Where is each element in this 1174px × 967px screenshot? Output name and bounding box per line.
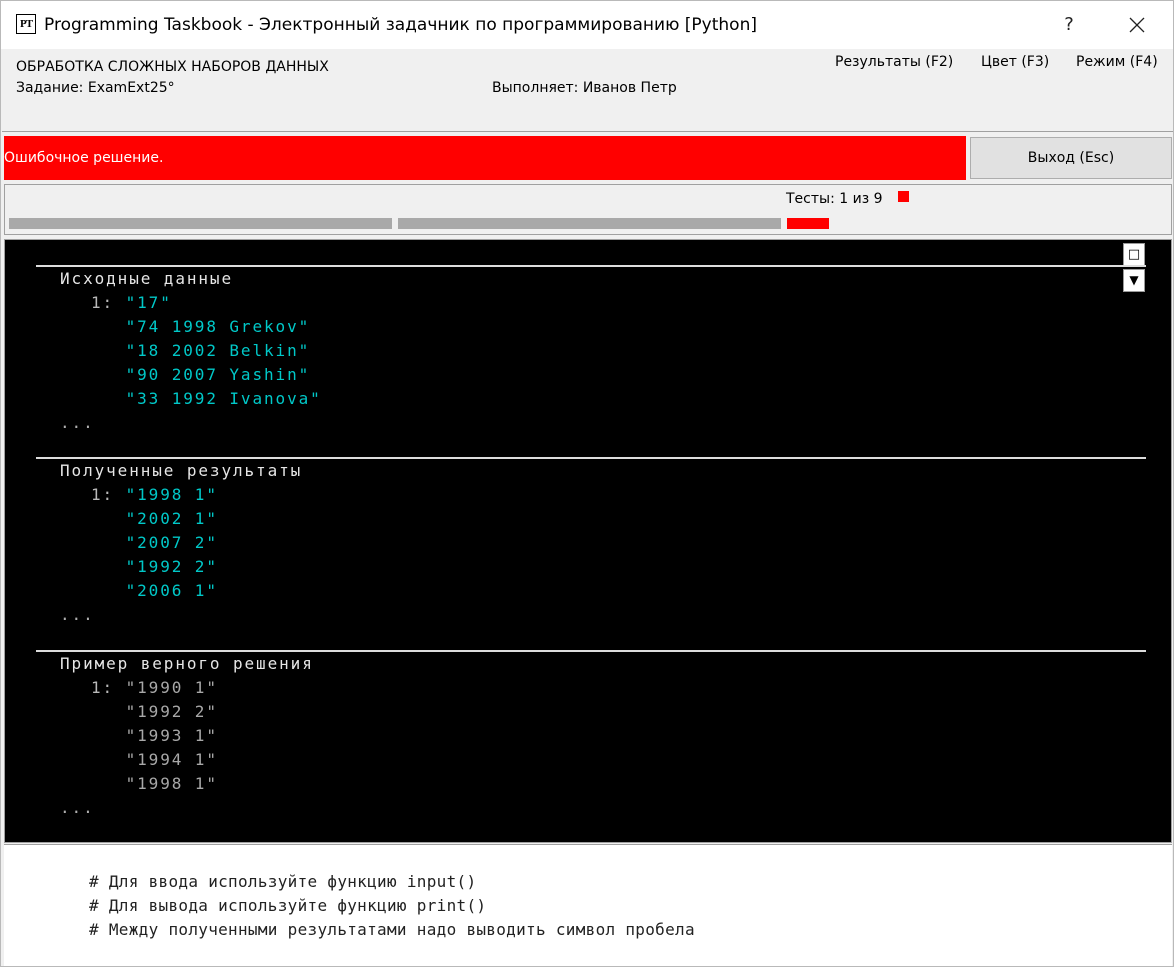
line-value: "2007 2" [125,533,218,552]
hint-line: # Между полученными результатами надо вы… [89,920,695,939]
help-button[interactable]: ? [1046,5,1092,45]
test-progress-segment-failed [787,218,829,229]
task-header: ОБРАБОТКА СЛОЖНЫХ НАБОРОВ ДАННЫХ Задание… [2,49,1173,132]
data-line: "90 2007 Yashin" [91,363,310,387]
maximize-pane-button[interactable]: □ [1123,243,1145,266]
title-bar: PT Programming Taskbook - Электронный за… [1,1,1173,49]
line-number: 1: [91,485,126,504]
source-data-section: Исходные данные 1: "17" "74 1998 Grekov"… [36,265,1146,432]
student-name: Выполняет: Иванов Петр [492,80,677,96]
line-value: "33 1992 Ivanova" [125,389,322,408]
line-number [91,581,126,600]
line-number [91,365,126,384]
line-number [91,389,126,408]
line-number [91,726,126,745]
app-logo-icon: PT [16,14,36,34]
line-value: "74 1998 Grekov" [125,317,311,336]
test-status-indicator [898,191,909,202]
data-line: "18 2002 Belkin" [91,339,310,363]
line-value: "1994 1" [125,750,218,769]
line-number: 1: [91,678,126,697]
section-title: Пример верного решения [60,654,314,673]
status-message: Ошибочное решение. [4,150,164,166]
data-line: "74 1998 Grekov" [91,315,310,339]
results-menu-button[interactable]: Результаты (F2) [835,54,953,70]
line-value: "2002 1" [125,509,218,528]
exit-button[interactable]: Выход (Esc) [970,137,1172,179]
data-line: "2007 2" [91,531,218,555]
close-button[interactable] [1114,5,1160,45]
data-line: "1998 1" [91,772,218,796]
correct-solution-section: Пример верного решения 1: "1990 1" "1992… [36,650,1146,817]
test-progress-segment [398,218,781,229]
line-value: "17" [125,293,172,312]
line-number [91,533,126,552]
mode-menu-button[interactable]: Режим (F4) [1076,54,1158,70]
data-line: 1: "17" [91,291,172,315]
test-progress-segment [9,218,392,229]
data-line: "2002 1" [91,507,218,531]
taskbook-window: PT Programming Taskbook - Электронный за… [0,0,1174,967]
line-value: "1998 1" [125,485,218,504]
data-line: "33 1992 Ivanova" [91,387,322,411]
line-value: "2006 1" [125,581,218,600]
line-value: "1992 2" [125,557,218,576]
line-value: "18 2002 Belkin" [125,341,311,360]
close-icon [1129,17,1145,33]
line-number [91,774,126,793]
hint-line: # Для ввода используйте функцию input() [89,872,477,891]
results-section: Полученные результаты 1: "1998 1" "2002 … [36,457,1146,624]
window-title: Programming Taskbook - Электронный задач… [44,15,757,35]
tests-panel: Тесты: 1 из 9 [4,184,1172,235]
data-line: 1: "1998 1" [91,483,218,507]
task-name: Задание: ExamExt25° [16,80,175,96]
data-line: "1992 2" [91,700,218,724]
status-bar: Ошибочное решение. [4,136,966,180]
line-number: 1: [91,293,126,312]
data-line: "1993 1" [91,724,218,748]
line-number [91,557,126,576]
line-number [91,317,126,336]
line-value: "90 2007 Yashin" [125,365,311,384]
more-ellipsis: ... [60,605,95,624]
line-value: "1993 1" [125,726,218,745]
line-number [91,702,126,721]
line-number [91,750,126,769]
line-value: "1990 1" [125,678,218,697]
line-number [91,509,126,528]
color-menu-button[interactable]: Цвет (F3) [981,54,1049,70]
tests-counter: Тесты: 1 из 9 [786,191,883,207]
hints-panel: # Для ввода используйте функцию input() … [4,844,1172,966]
data-line: "2006 1" [91,579,218,603]
section-title: Исходные данные [60,269,233,288]
section-title: Полученные результаты [60,461,303,480]
scroll-down-button[interactable]: ▼ [1123,269,1145,292]
line-value: "1998 1" [125,774,218,793]
more-ellipsis: ... [60,413,95,432]
data-line: "1994 1" [91,748,218,772]
data-line: "1992 2" [91,555,218,579]
hint-line: # Для вывода используйте функцию print() [89,896,487,915]
task-group-title: ОБРАБОТКА СЛОЖНЫХ НАБОРОВ ДАННЫХ [16,59,329,75]
line-value: "1992 2" [125,702,218,721]
more-ellipsis: ... [60,798,95,817]
output-console[interactable]: □ ▼ Исходные данные 1: "17" "74 1998 Gre… [4,239,1172,843]
data-line: 1: "1990 1" [91,676,218,700]
line-number [91,341,126,360]
